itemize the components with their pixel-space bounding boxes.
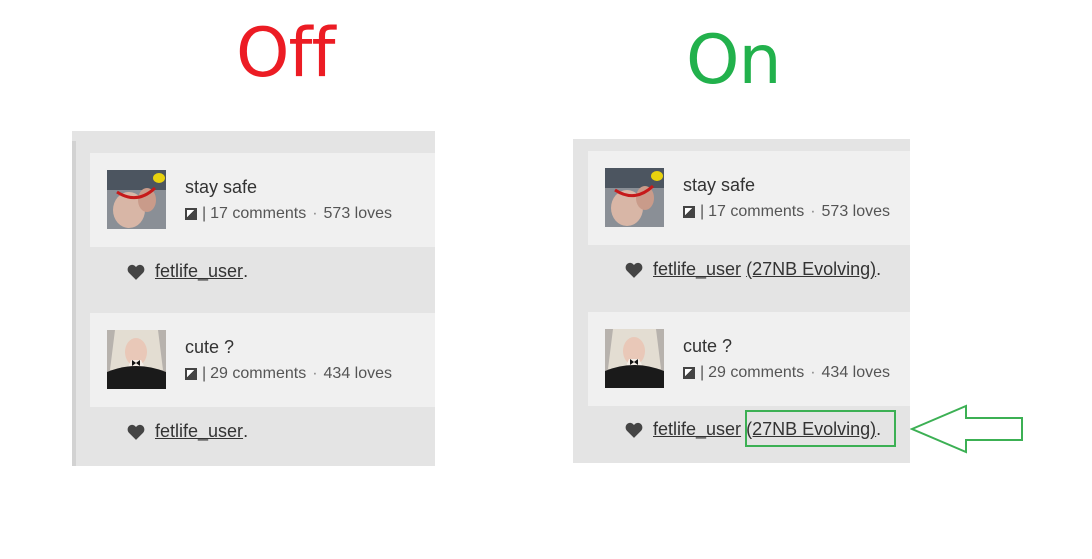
picture-icon xyxy=(185,208,197,220)
comparison-stage: Off On stay safe | 17 comments · 573 lov… xyxy=(0,0,1092,559)
left-arrow-icon xyxy=(910,404,1023,454)
photo-thumbnail[interactable] xyxy=(107,330,166,389)
heart-icon xyxy=(625,262,643,278)
love-line: fetlife_user . xyxy=(127,261,248,282)
love-suffix: . xyxy=(243,261,249,281)
meta-dot: · xyxy=(810,364,816,381)
comments-count[interactable]: 17 comments xyxy=(708,203,804,221)
post-meta: | 29 comments · 434 loves xyxy=(683,364,890,382)
heart-icon xyxy=(127,424,145,440)
meta-separator: | xyxy=(202,365,207,382)
post-card[interactable]: stay safe | 17 comments · 573 loves xyxy=(90,153,435,247)
user-link[interactable]: fetlife_user xyxy=(653,419,741,440)
post-title[interactable]: cute ? xyxy=(683,336,732,357)
loves-count[interactable]: 434 loves xyxy=(822,364,891,382)
loves-count[interactable]: 434 loves xyxy=(324,365,393,383)
meta-separator: | xyxy=(700,203,705,220)
loves-count[interactable]: 573 loves xyxy=(324,205,393,223)
heart-icon xyxy=(127,264,145,280)
loves-count[interactable]: 573 loves xyxy=(822,203,891,221)
post-title[interactable]: stay safe xyxy=(683,175,755,196)
meta-dot: · xyxy=(312,365,318,382)
user-detail-link[interactable]: (27NB Evolving) xyxy=(746,259,876,280)
user-link[interactable]: fetlife_user xyxy=(155,421,243,442)
photo-thumbnail[interactable] xyxy=(605,168,664,227)
comments-count[interactable]: 17 comments xyxy=(210,205,306,223)
meta-dot: · xyxy=(810,203,816,220)
photo-thumbnail[interactable] xyxy=(107,170,166,229)
user-link[interactable]: fetlife_user xyxy=(653,259,741,280)
post-card[interactable]: cute ? | 29 comments · 434 loves xyxy=(588,312,910,406)
post-meta: | 17 comments · 573 loves xyxy=(683,203,890,221)
highlight-box xyxy=(745,410,896,447)
off-panel: stay safe | 17 comments · 573 loves fetl… xyxy=(72,131,435,466)
love-line: fetlife_user (27NB Evolving) . xyxy=(625,259,881,280)
love-line: fetlife_user . xyxy=(127,421,248,442)
picture-icon xyxy=(683,367,695,379)
user-link[interactable]: fetlife_user xyxy=(155,261,243,282)
post-card[interactable]: cute ? | 29 comments · 434 loves xyxy=(90,313,435,407)
post-meta: | 29 comments · 434 loves xyxy=(185,365,392,383)
post-meta: | 17 comments · 573 loves xyxy=(185,205,392,223)
picture-icon xyxy=(185,368,197,380)
photo-thumbnail[interactable] xyxy=(605,329,664,388)
comments-count[interactable]: 29 comments xyxy=(210,365,306,383)
heart-icon xyxy=(625,422,643,438)
love-suffix: . xyxy=(243,421,249,441)
love-suffix: . xyxy=(876,259,882,279)
post-title[interactable]: stay safe xyxy=(185,177,257,198)
meta-separator: | xyxy=(700,364,705,381)
meta-separator: | xyxy=(202,205,207,222)
on-heading: On xyxy=(686,21,782,100)
off-heading: Off xyxy=(236,14,335,93)
post-card[interactable]: stay safe | 17 comments · 573 loves xyxy=(588,151,910,245)
post-title[interactable]: cute ? xyxy=(185,337,234,358)
picture-icon xyxy=(683,206,695,218)
comments-count[interactable]: 29 comments xyxy=(708,364,804,382)
meta-dot: · xyxy=(312,205,318,222)
